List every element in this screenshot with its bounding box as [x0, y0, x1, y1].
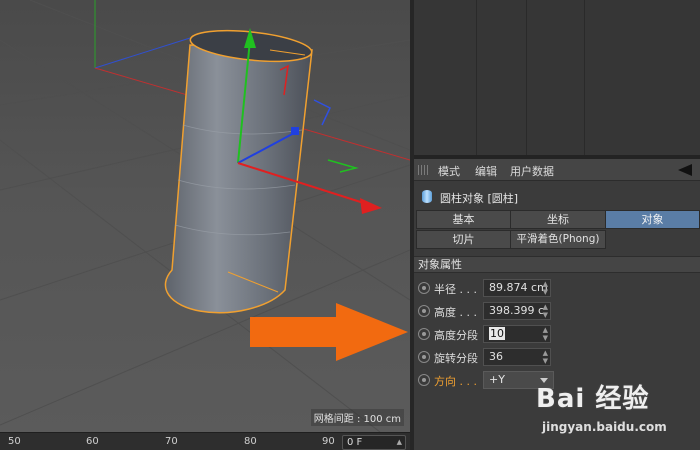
- column-divider: [526, 0, 527, 155]
- pointer-arrow-icon: [250, 303, 408, 361]
- menu-mode[interactable]: 模式: [438, 163, 460, 179]
- field-value: 89.874 cm: [489, 281, 548, 294]
- 3d-viewport[interactable]: 网格间距 : 100 cm: [0, 0, 410, 432]
- tab-label: 切片: [452, 233, 475, 246]
- spinner-icon[interactable]: ▲▼: [543, 280, 548, 296]
- baidu-watermark: Bai 经验 jingyan.baidu.com: [536, 372, 700, 450]
- tab-object[interactable]: 对象: [605, 210, 700, 229]
- field-value: 10: [489, 327, 505, 340]
- grid-spacing-label: 网格间距 : 100 cm: [310, 409, 404, 426]
- timeline-tick: 80: [244, 436, 257, 447]
- current-frame-value: 0 F: [347, 437, 363, 448]
- property-label: 方向 . . .: [434, 375, 477, 388]
- tab-coordinates[interactable]: 坐标: [510, 210, 606, 229]
- tab-label: 对象: [641, 213, 664, 226]
- select-value: +Y: [489, 373, 505, 386]
- property-height: 高度 . . . 398.399 c ▲ ▼: [414, 301, 700, 321]
- menu-edit[interactable]: 编辑: [475, 163, 497, 179]
- spinner-icon[interactable]: ▲▼: [543, 303, 548, 319]
- height-field[interactable]: 398.399 c ▲ ▼: [483, 302, 551, 320]
- menu-user-data[interactable]: 用户数据: [510, 163, 554, 179]
- column-divider: [584, 0, 585, 155]
- property-label: 半径 . . .: [434, 283, 477, 296]
- grip-icon[interactable]: [418, 165, 430, 175]
- field-value: 36: [489, 350, 503, 363]
- spinner-icon[interactable]: ▲▼: [543, 326, 548, 342]
- section-object-properties: 对象属性: [414, 256, 700, 273]
- watermark-url: jingyan.baidu.com: [542, 420, 667, 434]
- animate-radio[interactable]: [418, 305, 430, 317]
- world-z-axis: [94, 37, 191, 69]
- rotation-segments-field[interactable]: 36 ▲ ▼: [483, 348, 551, 366]
- tab-label: 基本: [452, 213, 475, 226]
- height-segments-field[interactable]: 10 ▲ ▼: [483, 325, 551, 343]
- tab-basic[interactable]: 基本: [416, 210, 511, 229]
- property-radius: 半径 . . . 89.874 cm ▲ ▼: [414, 278, 700, 298]
- animate-radio[interactable]: [418, 282, 430, 294]
- column-divider: [476, 0, 477, 155]
- tab-label: 平滑着色(Phong): [516, 233, 600, 245]
- watermark-brand: Bai 经验: [536, 384, 650, 414]
- field-value: 398.399 c: [489, 304, 545, 317]
- property-label: 高度 . . .: [434, 306, 477, 319]
- property-label: 高度分段: [434, 329, 478, 342]
- cylinder-icon: [422, 190, 432, 203]
- object-title: 圆柱对象 [圆柱]: [440, 192, 519, 205]
- tab-label: 坐标: [547, 213, 569, 226]
- timeline-tick: 50: [8, 436, 21, 447]
- spinner-icon[interactable]: ▲▼: [397, 436, 402, 450]
- animate-radio[interactable]: [418, 328, 430, 340]
- back-arrow-icon[interactable]: [678, 164, 692, 176]
- object-manager-panel[interactable]: [414, 0, 700, 155]
- viewport-scene: [0, 0, 410, 432]
- object-title-row: 圆柱对象 [圆柱]: [414, 187, 700, 207]
- property-height-segments: 高度分段 10 ▲ ▼: [414, 324, 700, 344]
- attribute-menubar: 模式 编辑 用户数据: [414, 159, 700, 181]
- timeline-tick: 60: [86, 436, 99, 447]
- tab-phong[interactable]: 平滑着色(Phong): [510, 230, 606, 249]
- animate-radio[interactable]: [418, 374, 430, 386]
- timeline-tick: 90: [322, 436, 335, 447]
- property-rotation-segments: 旋转分段 36 ▲ ▼: [414, 347, 700, 367]
- current-frame-field[interactable]: 0 F ▲▼: [342, 435, 406, 450]
- rotation-handle-z[interactable]: [313, 99, 331, 126]
- spinner-icon[interactable]: ▲▼: [543, 349, 548, 365]
- radius-field[interactable]: 89.874 cm ▲ ▼: [483, 279, 551, 297]
- property-label: 旋转分段: [434, 352, 478, 365]
- animate-radio[interactable]: [418, 351, 430, 363]
- timeline-ruler[interactable]: 50 60 70 80 90 0 F ▲▼: [0, 432, 410, 450]
- timeline-tick: 70: [165, 436, 178, 447]
- tab-slice[interactable]: 切片: [416, 230, 511, 249]
- rotation-handle-y[interactable]: [327, 159, 359, 173]
